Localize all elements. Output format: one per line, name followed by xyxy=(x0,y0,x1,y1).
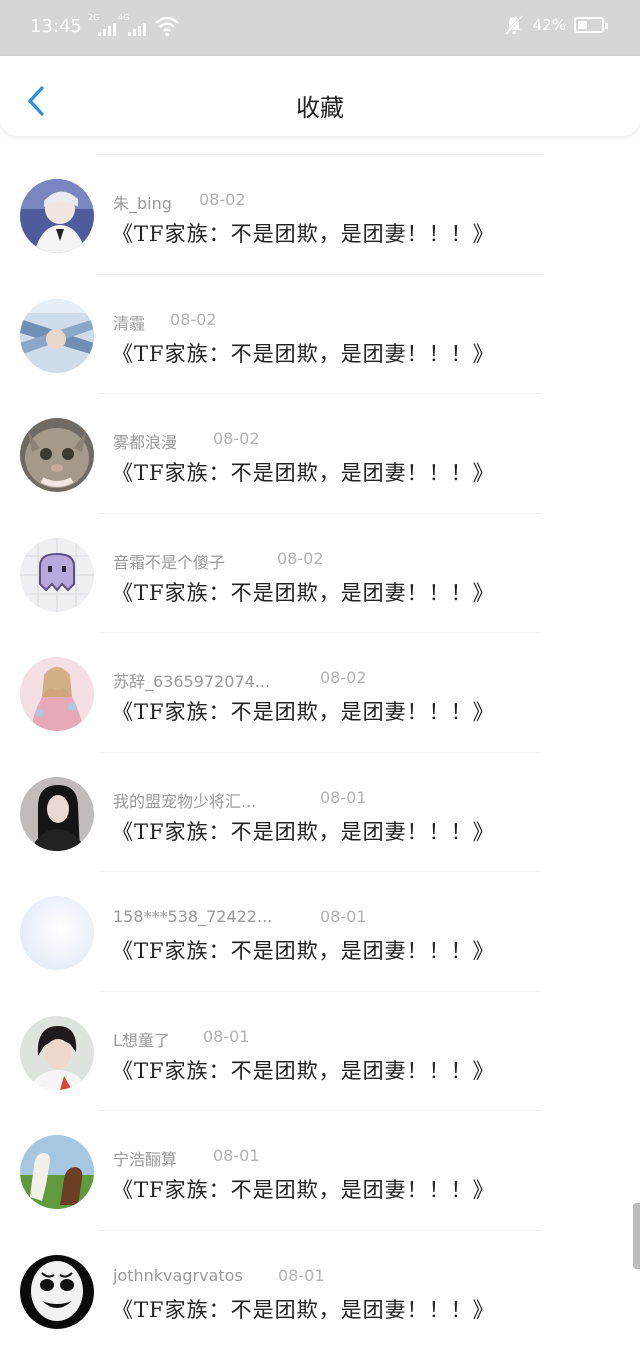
status-bar: 13:45 2G 4G 42% xyxy=(0,0,640,56)
divider xyxy=(98,990,542,992)
username[interactable]: L想童了 xyxy=(113,1027,170,1051)
avatar[interactable] xyxy=(20,1254,94,1329)
divider xyxy=(98,393,542,394)
battery-percent: 42% xyxy=(532,16,566,34)
favorite-item[interactable]: 朱_bing 08-02 《TF家族：不是团欺，是团妻！！！》 xyxy=(0,154,640,274)
divider xyxy=(98,154,542,155)
username[interactable]: 苏辞_6365972074... xyxy=(113,668,270,692)
post-date: 08-01 xyxy=(320,787,367,807)
mute-bell-icon xyxy=(504,15,523,35)
favorite-item[interactable]: 158***538_72422... 08-01 《TF家族：不是团欺，是团妻！… xyxy=(0,871,640,991)
signal-group: 2G 4G xyxy=(88,14,180,38)
post-title[interactable]: 《TF家族：不是团欺，是团妻！！！》 xyxy=(112,338,495,368)
username[interactable]: 雾都浪漫 xyxy=(113,429,177,453)
divider xyxy=(98,632,542,633)
post-date: 08-02 xyxy=(320,668,367,687)
post-title[interactable]: 《TF家族：不是团欺，是团妻！！！》 xyxy=(112,218,495,248)
post-date: 08-01 xyxy=(320,907,367,926)
favorite-item[interactable]: 宁浩酾算 08-01 《TF家族：不是团欺，是团妻！！！》 xyxy=(0,1110,640,1230)
post-date: 08-01 xyxy=(213,1146,260,1165)
status-time: 13:45 xyxy=(30,16,82,37)
avatar[interactable] xyxy=(20,776,94,851)
divider xyxy=(98,751,542,753)
favorite-item[interactable]: 雾都浪漫 08-02 《TF家族：不是团欺，是团妻！！！》 xyxy=(0,393,640,513)
username[interactable]: 朱_bing xyxy=(113,190,172,214)
post-date: 08-01 xyxy=(203,1026,250,1046)
divider xyxy=(98,512,542,514)
username[interactable]: 音霜不是个傻子 xyxy=(113,549,225,573)
avatar[interactable] xyxy=(20,657,94,731)
divider xyxy=(98,1110,542,1111)
post-title[interactable]: 《TF家族：不是团欺，是团妻！！！》 xyxy=(112,1174,495,1204)
username[interactable]: 清霾 xyxy=(113,310,145,334)
wifi-icon xyxy=(155,16,179,37)
nav-bar: 收藏 xyxy=(0,56,640,136)
post-date: 08-02 xyxy=(199,190,246,209)
favorite-item[interactable]: 苏辞_6365972074... 08-02 《TF家族：不是团欺，是团妻！！！… xyxy=(0,632,640,752)
username[interactable]: 158***538_72422... xyxy=(113,907,272,926)
username[interactable]: jothnkvagrvatos xyxy=(113,1266,243,1285)
favorite-item[interactable]: L想童了 08-01 《TF家族：不是团欺，是团妻！！！》 xyxy=(0,990,640,1111)
post-date: 08-02 xyxy=(213,429,260,448)
username[interactable]: 我的盟宠物少将汇... xyxy=(113,788,256,812)
favorite-item[interactable]: jothnkvagrvatos 08-01 《TF家族：不是团欺，是团妻！！！》 xyxy=(0,1229,640,1350)
divider xyxy=(98,871,542,872)
post-title[interactable]: 《TF家族：不是团欺，是团妻！！！》 xyxy=(112,1294,495,1324)
post-date: 08-02 xyxy=(170,309,217,329)
favorites-list: 朱_bing 08-02 《TF家族：不是团欺，是团妻！！！》 清霾 08-02… xyxy=(0,154,640,1349)
divider xyxy=(98,1229,542,1231)
avatar[interactable] xyxy=(20,896,94,970)
divider xyxy=(98,273,542,275)
post-title[interactable]: 《TF家族：不是团欺，是团妻！！！》 xyxy=(112,816,495,846)
favorite-item[interactable]: 清霾 08-02 《TF家族：不是团欺，是团妻！！！》 xyxy=(0,273,640,394)
battery-icon xyxy=(574,17,608,33)
favorite-item[interactable]: 音霜不是个傻子 08-02 《TF家族：不是团欺，是团妻！！！》 xyxy=(0,512,640,633)
username[interactable]: 宁浩酾算 xyxy=(113,1146,177,1170)
avatar[interactable] xyxy=(20,1135,94,1209)
avatar[interactable] xyxy=(20,537,94,612)
signal-4g-icon: 4G xyxy=(118,14,148,38)
post-title[interactable]: 《TF家族：不是团欺，是团妻！！！》 xyxy=(112,935,495,965)
avatar[interactable] xyxy=(20,298,94,373)
favorite-item[interactable]: 我的盟宠物少将汇... 08-01 《TF家族：不是团欺，是团妻！！！》 xyxy=(0,751,640,872)
status-right: 42% xyxy=(503,14,608,36)
page-title: 收藏 xyxy=(296,94,344,122)
post-title[interactable]: 《TF家族：不是团欺，是团妻！！！》 xyxy=(112,577,495,607)
post-date: 08-01 xyxy=(278,1265,325,1285)
avatar[interactable] xyxy=(20,418,94,492)
signal-2g-icon: 2G xyxy=(88,14,118,38)
avatar[interactable] xyxy=(20,1015,94,1090)
avatar[interactable] xyxy=(20,179,94,253)
scroll-indicator[interactable] xyxy=(633,1203,640,1269)
post-title[interactable]: 《TF家族：不是团欺，是团妻！！！》 xyxy=(112,696,495,726)
post-date: 08-02 xyxy=(277,548,324,568)
post-title[interactable]: 《TF家族：不是团欺，是团妻！！！》 xyxy=(112,457,495,487)
post-title[interactable]: 《TF家族：不是团欺，是团妻！！！》 xyxy=(112,1055,495,1085)
